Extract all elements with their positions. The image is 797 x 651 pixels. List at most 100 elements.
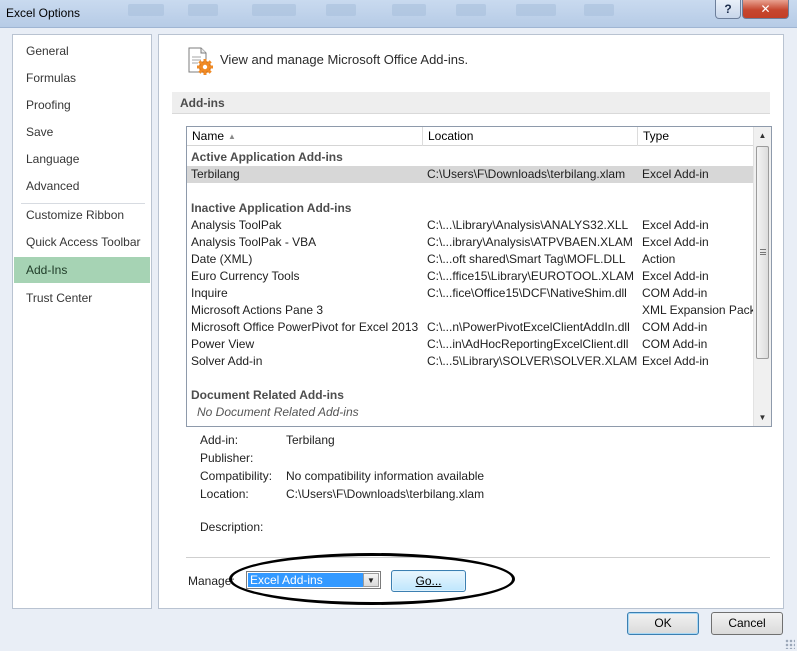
cell-name: Terbilang (191, 167, 240, 181)
document-empty-text: No Document Related Add-ins (197, 405, 359, 419)
nav-item-general[interactable]: General (14, 38, 150, 64)
detail-value: C:\Users\F\Downloads\terbilang.xlam (286, 487, 485, 501)
list-row[interactable]: Date (XML) C:\...oft shared\Smart Tag\MO… (187, 251, 753, 268)
detail-label: Compatibility: (200, 469, 273, 483)
go-button[interactable]: Go... (391, 570, 466, 592)
title-bar-blur (128, 4, 164, 16)
list-row-terbilang[interactable]: Terbilang C:\Users\F\Downloads\terbilang… (187, 166, 753, 183)
detail-label: Location: (200, 487, 249, 501)
title-bar-blur (584, 4, 614, 16)
list-scrollbar[interactable]: ▲ ▼ (753, 127, 771, 426)
title-bar-blur (326, 4, 356, 16)
cell-type: COM Add-in (642, 320, 708, 334)
add-ins-panel: View and manage Microsoft Office Add-ins… (158, 34, 784, 609)
column-name-label: Name (192, 129, 225, 143)
sort-ascending-icon: ▲ (228, 132, 236, 141)
detail-value: No compatibility information available (286, 469, 485, 483)
manage-divider (186, 557, 770, 558)
cell-name: Date (XML) (191, 252, 253, 266)
close-button[interactable]: ✕ (742, 0, 789, 19)
grip-icon (760, 249, 766, 255)
cell-name: Euro Currency Tools (191, 269, 300, 283)
add-ins-document-gear-icon (186, 47, 214, 75)
list-row[interactable]: Analysis ToolPak C:\...\Library\Analysis… (187, 217, 753, 234)
list-row[interactable]: Euro Currency Tools C:\...ffice15\Librar… (187, 268, 753, 285)
cell-location: C:\...5\Library\SOLVER\SOLVER.XLAM (427, 354, 638, 368)
cell-type: Excel Add-in (642, 167, 709, 181)
chevron-down-icon[interactable]: ▼ (363, 573, 379, 587)
help-button[interactable]: ? (715, 0, 741, 19)
title-bar-blur (252, 4, 296, 16)
nav-item-quick-access-toolbar[interactable]: Quick Access Toolbar (14, 229, 150, 255)
title-bar-blur (392, 4, 426, 16)
nav-item-formulas[interactable]: Formulas (14, 65, 150, 91)
cell-name: Microsoft Office PowerPivot for Excel 20… (191, 320, 419, 334)
title-bar-blur (188, 4, 218, 16)
section-title: Add-ins (172, 92, 770, 114)
list-row[interactable]: Analysis ToolPak - VBA C:\...ibrary\Anal… (187, 234, 753, 251)
cell-location: C:\...in\AdHocReportingExcelClient.dll (427, 337, 629, 351)
cell-name: Solver Add-in (191, 354, 263, 368)
cell-type: Excel Add-in (642, 235, 709, 249)
cell-type: Action (642, 252, 676, 266)
manage-dropdown[interactable]: Excel Add-ins ▼ (246, 571, 381, 589)
cancel-button[interactable]: Cancel (711, 612, 783, 635)
cell-type: Excel Add-in (642, 269, 709, 283)
cell-location: C:\...oft shared\Smart Tag\MOFL.DLL (427, 252, 626, 266)
cell-type: XML Expansion Pack (642, 303, 756, 317)
nav-item-proofing[interactable]: Proofing (14, 92, 150, 118)
list-row[interactable]: Microsoft Actions Pane 3 XML Expansion P… (187, 302, 756, 319)
nav-item-advanced[interactable]: Advanced (14, 173, 150, 199)
manage-dropdown-value: Excel Add-ins (248, 573, 363, 587)
window-title: Excel Options (6, 6, 81, 20)
cell-name: Analysis ToolPak - VBA (191, 235, 317, 249)
column-header-type[interactable]: Type (638, 127, 753, 146)
cell-name: Power View (191, 337, 255, 351)
manage-label: Manage: (188, 574, 235, 588)
detail-value: Terbilang (286, 433, 335, 447)
cell-location: C:\...fice\Office15\DCF\NativeShim.dll (427, 286, 627, 300)
list-row[interactable]: Power View C:\...in\AdHocReportingExcelC… (187, 336, 753, 353)
resize-grip-icon[interactable] (785, 639, 795, 649)
title-bar-blur (456, 4, 486, 16)
title-bar: Excel Options ? ✕ (0, 0, 797, 28)
cell-type: Excel Add-in (642, 354, 709, 368)
column-header-name[interactable]: Name ▲ (187, 127, 423, 146)
list-row[interactable]: Inquire C:\...fice\Office15\DCF\NativeSh… (187, 285, 753, 302)
scrollbar-thumb[interactable] (756, 146, 769, 359)
title-bar-blur (516, 4, 556, 16)
cell-name: Inquire (191, 286, 228, 300)
nav-item-add-ins[interactable]: Add-Ins (14, 257, 150, 283)
detail-label: Description: (200, 520, 264, 534)
cell-name: Analysis ToolPak (191, 218, 282, 232)
cell-location: C:\...ffice15\Library\EUROTOOL.XLAM (427, 269, 634, 283)
detail-label: Add-in: (200, 433, 239, 447)
group-document: Document Related Add-ins (191, 388, 344, 402)
options-nav: General Formulas Proofing Save Language … (12, 34, 152, 609)
scroll-down-icon[interactable]: ▼ (754, 409, 771, 426)
nav-item-customize-ribbon[interactable]: Customize Ribbon (14, 202, 150, 228)
cell-type: COM Add-in (642, 337, 708, 351)
detail-label: Publisher: (200, 451, 254, 465)
cell-type: COM Add-in (642, 286, 708, 300)
cell-location: C:\...n\PowerPivotExcelClientAddIn.dll (427, 320, 630, 334)
cell-location: C:\Users\F\Downloads\terbilang.xlam (427, 167, 626, 181)
cell-name: Microsoft Actions Pane 3 (191, 303, 324, 317)
nav-item-language[interactable]: Language (14, 146, 150, 172)
list-header: Name ▲ Location Type (187, 127, 753, 146)
list-row[interactable]: Solver Add-in C:\...5\Library\SOLVER\SOL… (187, 353, 753, 370)
nav-item-save[interactable]: Save (14, 119, 150, 145)
cell-type: Excel Add-in (642, 218, 709, 232)
panel-header-text: View and manage Microsoft Office Add-ins… (220, 52, 469, 67)
list-row[interactable]: Microsoft Office PowerPivot for Excel 20… (187, 319, 753, 336)
cell-location: C:\...ibrary\Analysis\ATPVBAEN.XLAM (427, 235, 633, 249)
scroll-up-icon[interactable]: ▲ (754, 127, 771, 144)
go-button-label: Go... (415, 574, 442, 588)
cell-location: C:\...\Library\Analysis\ANALYS32.XLL (427, 218, 629, 232)
nav-item-trust-center[interactable]: Trust Center (14, 285, 150, 311)
group-inactive: Inactive Application Add-ins (191, 201, 352, 215)
add-ins-list[interactable]: Name ▲ Location Type Active Application A… (186, 126, 772, 427)
ok-button[interactable]: OK (627, 612, 699, 635)
column-header-location[interactable]: Location (423, 127, 638, 146)
group-active: Active Application Add-ins (191, 150, 343, 164)
